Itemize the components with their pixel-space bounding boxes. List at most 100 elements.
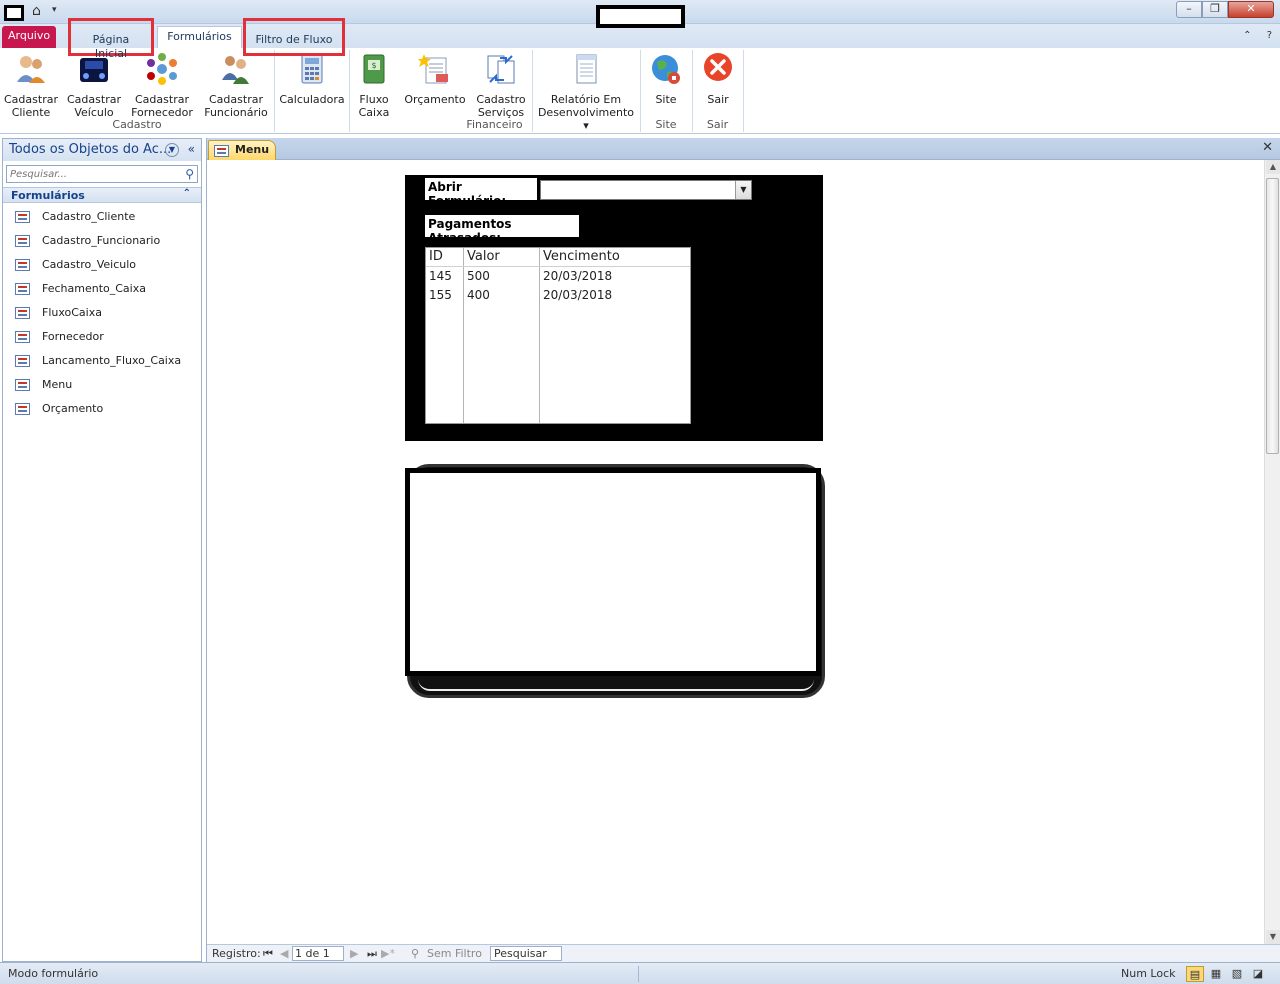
qat-dropdown-icon[interactable]: ▾ <box>52 5 57 15</box>
design-view-icon[interactable]: ◪ <box>1249 966 1267 982</box>
late-payments-list[interactable]: ID Valor Vencimento 145 500 20/03/2018 1… <box>425 247 691 424</box>
list-item-label: Cadastro_Veiculo <box>42 258 136 271</box>
redacted-area <box>405 468 821 676</box>
close-window-button[interactable]: ✕ <box>1228 1 1274 18</box>
record-position[interactable]: 1 de 1 <box>292 946 344 961</box>
tab-menu[interactable]: Menu <box>208 140 276 160</box>
column-header: ID <box>429 249 443 264</box>
list-item[interactable]: Fornecedor <box>3 325 201 349</box>
nav-search-input[interactable] <box>7 166 177 182</box>
button-label: Cadastrar <box>4 93 58 106</box>
tab-flow-filter[interactable]: Filtro de Fluxo <box>243 18 345 56</box>
register-supplier-button[interactable]: Cadastrar Fornecedor <box>128 52 196 119</box>
help-icon[interactable]: ? <box>1267 30 1272 41</box>
scroll-thumb[interactable] <box>1266 178 1279 454</box>
last-record-icon[interactable]: ⏭ <box>367 947 377 961</box>
register-vehicle-button[interactable]: Cadastrar Veículo <box>66 52 122 119</box>
form-icon <box>15 355 30 367</box>
cashbook-icon: $ <box>363 54 385 84</box>
table-cell: 145 <box>429 269 452 283</box>
open-form-combobox[interactable]: ▼ <box>540 180 752 200</box>
form-icon <box>15 283 30 295</box>
scroll-up-icon[interactable]: ▲ <box>1266 160 1280 174</box>
nav-header[interactable]: Todos os Objetos do Ac... ▼ « <box>3 139 201 161</box>
filter-icon[interactable]: ⚲ <box>411 947 419 960</box>
window-title-redacted <box>596 5 685 28</box>
minimize-button[interactable]: – <box>1176 1 1202 18</box>
tab-forms[interactable]: Formulários <box>157 26 242 48</box>
document-area: Menu ✕ Abrir Formulário: ▼ Pagamentos At… <box>206 138 1280 962</box>
register-client-button[interactable]: Cadastrar Cliente <box>4 52 58 119</box>
minimize-ribbon-icon[interactable]: ⌃ <box>1243 30 1251 41</box>
record-search-input[interactable]: Pesquisar <box>490 946 562 961</box>
form-icon <box>15 331 30 343</box>
list-item[interactable]: Cadastro_Funcionario <box>3 229 201 253</box>
numlock-indicator: Num Lock <box>1121 967 1176 980</box>
new-record-icon[interactable]: ▶* <box>381 947 395 960</box>
nav-group-forms[interactable]: Formulários ⌃ <box>3 187 201 203</box>
services-icon <box>487 55 515 84</box>
list-item-label: Lancamento_Fluxo_Caixa <box>42 354 182 367</box>
table-cell: 20/03/2018 <box>543 288 613 302</box>
site-button[interactable]: Site <box>644 52 688 106</box>
form-icon <box>15 211 30 223</box>
form-view-icon[interactable]: ▤ <box>1186 966 1204 982</box>
view-mode-label: Modo formulário <box>8 967 99 980</box>
svg-text:$: $ <box>371 61 376 70</box>
datasheet-view-icon[interactable]: ▦ <box>1207 966 1225 982</box>
layout-view-icon[interactable]: ▧ <box>1228 966 1246 982</box>
form-icon <box>214 145 229 157</box>
form-icon <box>15 403 30 415</box>
button-label: Site <box>655 93 677 106</box>
navigation-pane: Todos os Objetos do Ac... ▼ « ⚲ Formulár… <box>2 138 202 962</box>
list-item-label: Cadastro_Funcionario <box>42 234 161 247</box>
status-bar: Modo formulário Num Lock ▤ ▦ ▧ ◪ <box>0 962 1280 984</box>
nav-list: Cadastro_Cliente Cadastro_Funcionario Ca… <box>3 205 201 421</box>
globe-icon <box>652 55 680 84</box>
chevron-down-icon[interactable]: ▼ <box>165 143 179 157</box>
calculator-button[interactable]: Calculadora <box>278 52 346 106</box>
app-icon[interactable] <box>4 5 24 21</box>
register-services-button[interactable]: Cadastro Serviços <box>472 52 530 119</box>
status-divider <box>638 966 639 982</box>
home-icon[interactable]: ⌂ <box>32 3 48 19</box>
title-bar: ⌂ ▾ – ❐ ✕ <box>0 0 1280 28</box>
list-item[interactable]: Orçamento <box>3 397 201 421</box>
users-icon <box>17 56 45 83</box>
button-label: Relatório Em <box>550 93 622 106</box>
maximize-button[interactable]: ❐ <box>1202 1 1228 18</box>
ribbon: Cadastrar Cliente Cadastrar Veículo Cada… <box>0 48 1280 134</box>
list-item[interactable]: Cadastro_Cliente <box>3 205 201 229</box>
close-icon[interactable]: ✕ <box>1262 140 1273 155</box>
scroll-down-icon[interactable]: ▼ <box>1266 930 1280 944</box>
record-label: Registro: <box>212 947 261 960</box>
list-item[interactable]: Cadastro_Veiculo <box>3 253 201 277</box>
list-item-label: Fornecedor <box>42 330 104 343</box>
list-item[interactable]: Menu <box>3 373 201 397</box>
filter-status[interactable]: Sem Filtro <box>427 947 482 960</box>
vertical-scrollbar[interactable]: ▲ ▼ <box>1264 160 1280 944</box>
menu-form-panel: Abrir Formulário: ▼ Pagamentos Atrasados… <box>405 175 823 441</box>
list-item[interactable]: Fechamento_Caixa <box>3 277 201 301</box>
group-label-sair: Sair <box>706 118 729 131</box>
list-item-label: FluxoCaixa <box>42 306 102 319</box>
first-record-icon[interactable]: ⏮ <box>263 947 273 961</box>
budget-button[interactable]: Orçamento <box>402 52 468 106</box>
list-item[interactable]: Lancamento_Fluxo_Caixa <box>3 349 201 373</box>
previous-record-icon[interactable]: ◀ <box>280 947 288 960</box>
button-label: Cadastro <box>476 93 526 106</box>
register-employee-button[interactable]: Cadastrar Funcionário <box>202 52 270 119</box>
tab-file[interactable]: Arquivo <box>2 26 56 48</box>
collapse-pane-icon[interactable]: « <box>188 142 195 156</box>
chevron-down-icon[interactable]: ▼ <box>735 181 751 199</box>
calculator-icon <box>301 54 323 84</box>
next-record-icon[interactable]: ▶ <box>350 947 358 960</box>
list-item[interactable]: FluxoCaixa <box>3 301 201 325</box>
search-icon[interactable]: ⚲ <box>185 167 194 181</box>
network-icon <box>147 53 177 85</box>
form-icon <box>15 379 30 391</box>
cash-flow-button[interactable]: $ Fluxo Caixa <box>352 52 396 119</box>
exit-button[interactable]: Sair <box>696 52 740 106</box>
tab-home[interactable]: Página Inicial <box>68 18 154 60</box>
list-item-label: Fechamento_Caixa <box>42 282 146 295</box>
